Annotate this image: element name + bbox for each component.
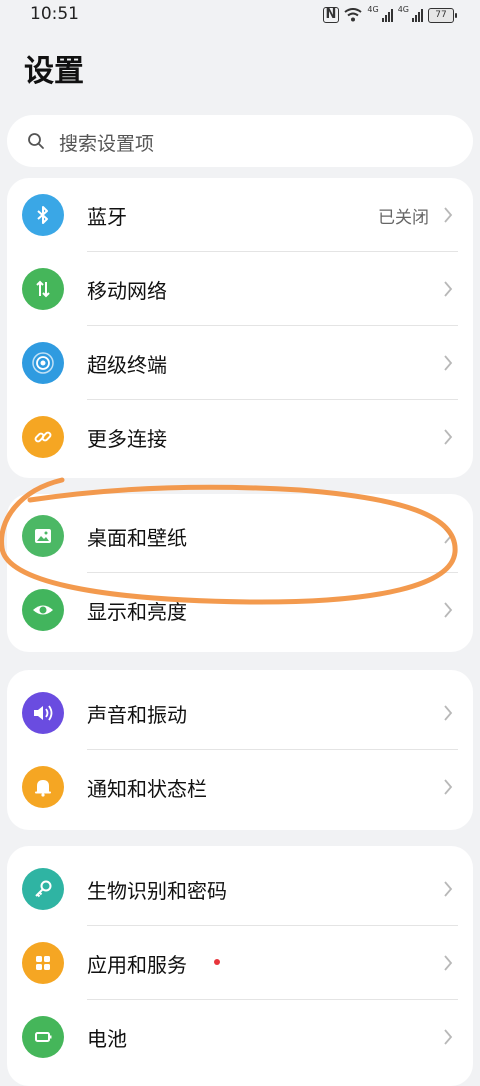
super-device-icon — [22, 342, 64, 384]
search-bar[interactable]: 搜索设置项 — [7, 115, 473, 167]
settings-group-security-apps: 生物识别和密码 应用和服务 电池 — [7, 846, 473, 1086]
setting-label: 生物识别和密码 — [87, 879, 227, 903]
mobile-data-icon — [22, 268, 64, 310]
status-icons: N 4G 4G 77 — [322, 5, 457, 25]
notification-badge — [214, 959, 220, 965]
status-bar: 10:51 N 4G 4G 77 — [0, 0, 480, 30]
page-title: 设置 — [24, 54, 84, 89]
setting-label: 电池 — [87, 1027, 127, 1051]
chevron-right-icon — [444, 429, 453, 445]
signal-tag-1: 4G — [367, 5, 379, 14]
chevron-right-icon — [444, 355, 453, 371]
settings-group-display: 桌面和壁纸 显示和亮度 — [7, 494, 473, 652]
apps-icon — [22, 942, 64, 984]
search-placeholder: 搜索设置项 — [59, 133, 155, 155]
bell-icon — [22, 766, 64, 808]
chevron-right-icon — [444, 281, 453, 297]
settings-group-connectivity: 蓝牙 已关闭 移动网络 超级终端 更多连接 — [7, 178, 473, 478]
chevron-right-icon — [444, 881, 453, 897]
wallpaper-icon — [22, 515, 64, 557]
setting-label: 显示和亮度 — [87, 600, 187, 624]
signal-icon-1 — [381, 8, 393, 22]
setting-label: 通知和状态栏 — [87, 777, 207, 801]
setting-item-more-connections[interactable]: 更多连接 — [7, 400, 473, 474]
signal-tag-2: 4G — [397, 5, 409, 14]
setting-item-super-device[interactable]: 超级终端 — [7, 326, 473, 400]
setting-value: 已关闭 — [378, 208, 429, 228]
chevron-right-icon — [444, 207, 453, 223]
setting-item-sound-vibration[interactable]: 声音和振动 — [7, 676, 473, 750]
bluetooth-icon — [22, 194, 64, 236]
setting-label: 桌面和壁纸 — [87, 526, 187, 550]
settings-group-sound-notifications: 声音和振动 通知和状态栏 — [7, 670, 473, 830]
chevron-right-icon — [444, 528, 453, 544]
setting-label: 声音和振动 — [87, 703, 187, 727]
setting-label: 超级终端 — [87, 353, 167, 377]
setting-item-biometrics-password[interactable]: 生物识别和密码 — [7, 852, 473, 926]
setting-item-notifications-status-bar[interactable]: 通知和状态栏 — [7, 750, 473, 824]
setting-item-apps-services[interactable]: 应用和服务 — [7, 926, 473, 1000]
setting-item-battery[interactable]: 电池 — [7, 1000, 473, 1074]
wifi-icon — [344, 8, 363, 22]
search-icon — [28, 133, 44, 149]
setting-item-home-wallpaper[interactable]: 桌面和壁纸 — [7, 499, 473, 573]
chevron-right-icon — [444, 779, 453, 795]
setting-item-display-brightness[interactable]: 显示和亮度 — [7, 573, 473, 647]
nfc-icon: N — [322, 7, 340, 23]
chevron-right-icon — [444, 955, 453, 971]
status-time: 10:51 — [30, 4, 79, 24]
setting-label: 移动网络 — [87, 279, 167, 303]
battery-indicator: 77 — [428, 7, 457, 23]
setting-label: 更多连接 — [87, 427, 167, 451]
chevron-right-icon — [444, 1029, 453, 1045]
setting-item-bluetooth[interactable]: 蓝牙 已关闭 — [7, 178, 473, 252]
battery-icon — [22, 1016, 64, 1058]
setting-item-mobile-network[interactable]: 移动网络 — [7, 252, 473, 326]
signal-icon-2 — [412, 8, 423, 22]
chevron-right-icon — [444, 705, 453, 721]
setting-label: 应用和服务 — [87, 953, 187, 977]
link-icon — [22, 416, 64, 458]
eye-icon — [22, 589, 64, 631]
key-icon — [22, 868, 64, 910]
sound-icon — [22, 692, 64, 734]
setting-label: 蓝牙 — [87, 205, 127, 229]
chevron-right-icon — [444, 602, 453, 618]
